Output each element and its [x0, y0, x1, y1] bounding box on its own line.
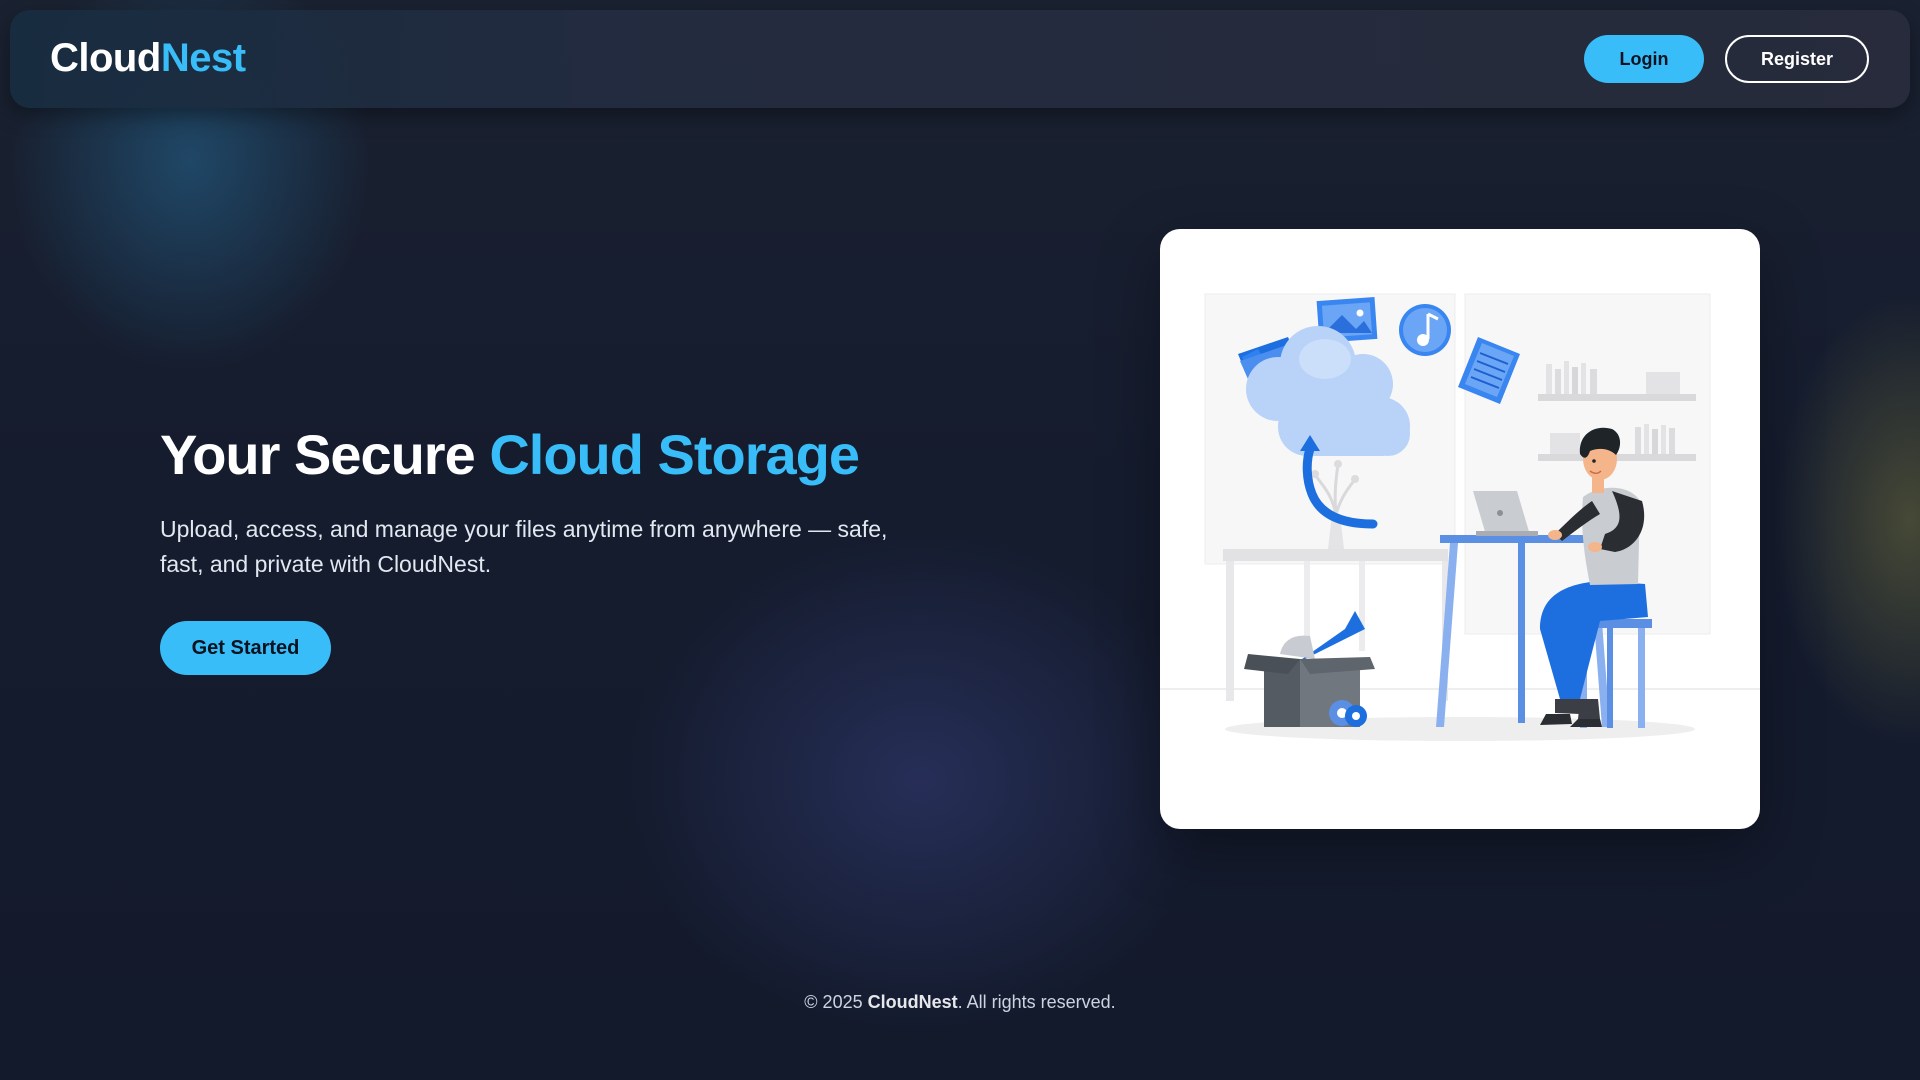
hero-subtitle: Upload, access, and manage your files an… — [160, 516, 888, 577]
footer-copyright: © 2025 CloudNest. All rights reserved. — [0, 992, 1920, 1013]
get-started-button[interactable]: Get Started — [160, 621, 331, 675]
login-button[interactable]: Login — [1584, 35, 1704, 83]
brand-logo[interactable]: CloudNest — [50, 36, 246, 81]
top-navbar: CloudNest Login Register — [10, 10, 1910, 108]
hero-illustration-card — [1160, 229, 1760, 829]
copyright-year: © 2025 — [804, 992, 863, 1012]
hero-title: Your Secure Cloud Storage — [160, 422, 860, 487]
cloud-upload-illustration — [1160, 293, 1760, 741]
music-note-icon — [1399, 304, 1451, 356]
hero-title-highlight: Cloud Storage — [489, 423, 860, 486]
footer-brand: CloudNest — [867, 992, 958, 1012]
register-button[interactable]: Register — [1725, 35, 1869, 83]
brand-name-part1: Cloud — [50, 36, 161, 80]
rights-text: . All rights reserved. — [957, 992, 1116, 1012]
brand-name-part2: Nest — [160, 36, 246, 80]
hero-title-part1: Your Secure — [160, 423, 490, 486]
